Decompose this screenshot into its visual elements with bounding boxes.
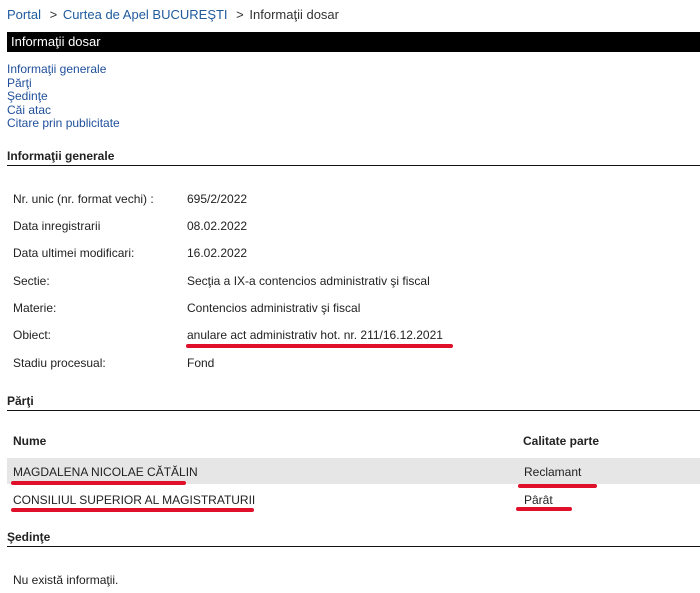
party-role: Pârât xyxy=(524,493,553,507)
page-title: Informaţii dosar xyxy=(11,34,101,49)
breadcrumb-separator: > xyxy=(49,7,58,22)
breadcrumb-current: Informaţii dosar xyxy=(249,7,339,22)
table-header-calitate-parte: Calitate parte xyxy=(523,434,600,448)
field-value-data-ultimei-modificari: 16.02.2022 xyxy=(187,246,248,260)
annotation-underline-party-1 xyxy=(11,481,186,485)
breadcrumb: Portal > Curtea de Apel BUCUREŞTI > Info… xyxy=(7,7,339,22)
field-label-materie: Materie: xyxy=(13,301,57,315)
section-heading-informatii-generale: Informaţii generale xyxy=(7,149,115,163)
section-divider xyxy=(7,165,700,166)
field-label-data-inregistrarii: Data inregistrarii xyxy=(13,219,101,233)
annotation-underline-role-2 xyxy=(516,507,572,511)
field-value-stadiu-procesual: Fond xyxy=(187,356,215,370)
section-divider xyxy=(7,546,700,547)
nav-link-cai-atac[interactable]: Căi atac xyxy=(7,103,120,118)
annotation-underline-role-1 xyxy=(518,484,597,488)
breadcrumb-portal-link[interactable]: Portal xyxy=(7,7,41,22)
section-divider xyxy=(7,410,700,411)
annotation-underline-obiect xyxy=(186,344,453,348)
annotation-underline-party-2 xyxy=(11,508,254,512)
party-name: MAGDALENA NICOLAE CĂTĂLIN xyxy=(13,465,198,479)
nav-link-parti[interactable]: Părţi xyxy=(7,76,120,91)
field-label-stadiu-procesual: Stadiu procesual: xyxy=(13,356,106,370)
section-nav: Informaţii generale Părţi Şedinţe Căi at… xyxy=(7,62,120,131)
field-value-obiect: anulare act administrativ hot. nr. 211/1… xyxy=(187,328,443,342)
page-title-bar: Informaţii dosar xyxy=(7,32,700,52)
sedinte-empty-message: Nu există informaţii. xyxy=(13,573,119,587)
field-value-sectie: Secţia a IX-a contencios administrativ ş… xyxy=(187,274,430,288)
field-value-nr-unic: 695/2/2022 xyxy=(187,192,248,206)
nav-link-sedinte[interactable]: Şedinţe xyxy=(7,90,120,104)
breadcrumb-court-link[interactable]: Curtea de Apel BUCUREŞTI xyxy=(63,7,228,22)
table-header-nume: Nume xyxy=(13,434,47,448)
party-name: CONSILIUL SUPERIOR AL MAGISTRATURII xyxy=(13,493,256,507)
field-label-obiect: Obiect: xyxy=(13,328,52,342)
field-label-nr-unic: Nr. unic (nr. format vechi) : xyxy=(13,192,154,206)
breadcrumb-separator: > xyxy=(236,7,244,22)
section-heading-parti: Părţi xyxy=(7,394,34,408)
field-value-materie: Contencios administrativ şi fiscal xyxy=(187,301,361,315)
section-heading-sedinte: Şedinţe xyxy=(7,530,51,544)
party-role: Reclamant xyxy=(524,465,582,479)
nav-link-citare-publicitate[interactable]: Citare prin publicitate xyxy=(7,117,120,131)
nav-link-informatii-generale[interactable]: Informaţii generale xyxy=(7,62,120,77)
field-label-sectie: Sectie: xyxy=(13,274,50,288)
field-value-data-inregistrarii: 08.02.2022 xyxy=(187,219,248,233)
field-label-data-ultimei-modificari: Data ultimei modificari: xyxy=(13,246,135,260)
